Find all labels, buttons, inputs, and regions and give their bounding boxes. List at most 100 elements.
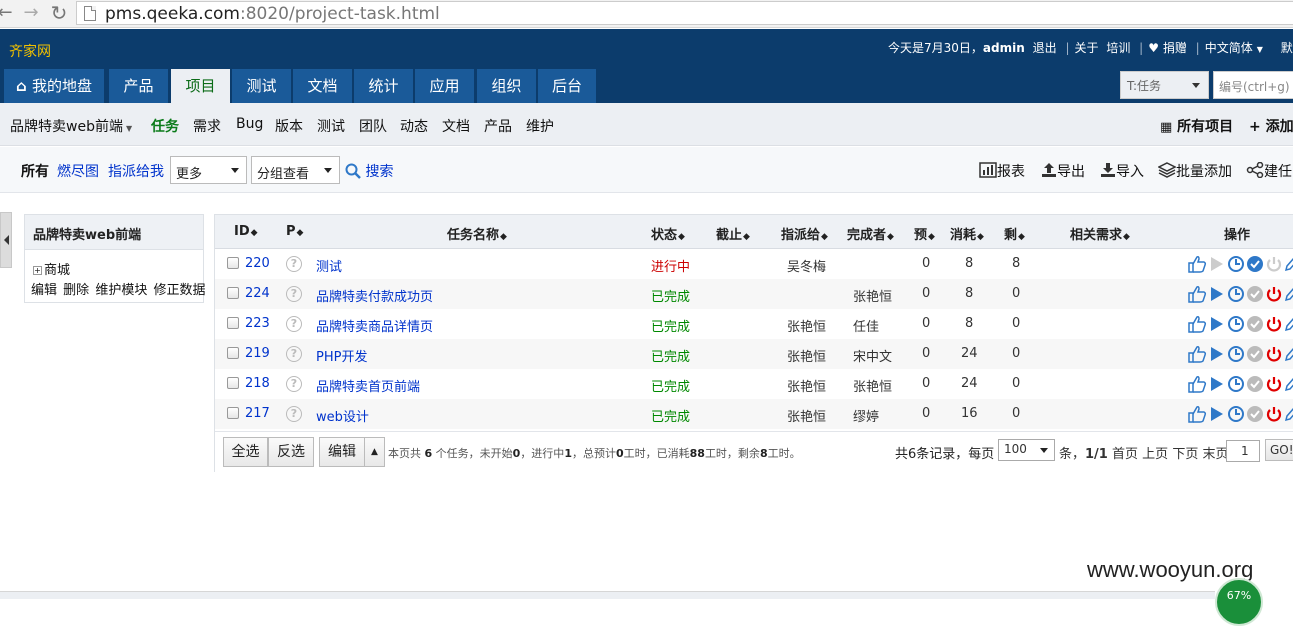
address-bar[interactable]: pms.qeeka.com:8020/project-task.html	[76, 1, 1293, 25]
col-id[interactable]: ID◆	[234, 224, 258, 239]
training-link[interactable]: 培训	[1106, 41, 1130, 55]
close-power-icon[interactable]	[1265, 375, 1283, 393]
finish-icon[interactable]	[1246, 315, 1264, 333]
site-name[interactable]: 齐家网	[9, 41, 51, 61]
table-row[interactable]: 219? PHP开发 已完成 张艳恒 宋中文 0 24 0	[215, 339, 1293, 369]
assigned-to-me-link[interactable]: 指派给我	[108, 161, 164, 181]
close-power-icon[interactable]	[1265, 285, 1283, 303]
batch-add-button[interactable]: 批量添加	[1157, 161, 1232, 181]
close-power-icon[interactable]	[1265, 345, 1283, 363]
task-id-link[interactable]: 223	[245, 316, 270, 331]
row-checkbox[interactable]	[227, 407, 239, 419]
finish-icon[interactable]	[1246, 255, 1264, 273]
close-power-icon[interactable]	[1265, 405, 1283, 423]
last-page-link[interactable]: 末页	[1202, 447, 1228, 462]
back-icon[interactable]: ←	[0, 2, 16, 24]
language-select[interactable]: 中文简体	[1205, 41, 1253, 55]
export-button[interactable]: 导出	[1041, 161, 1085, 181]
group-view-select[interactable]: 分组查看	[251, 156, 340, 184]
start-icon[interactable]	[1209, 315, 1225, 333]
project-nav-item[interactable]: 文档	[442, 116, 470, 136]
page-number-input[interactable]: 1	[1226, 440, 1260, 462]
task-name-link[interactable]: 品牌特卖商品详情页	[316, 316, 433, 335]
edit-pencil-icon[interactable]	[1284, 285, 1293, 303]
finish-icon[interactable]	[1246, 375, 1264, 393]
table-row[interactable]: 218? 品牌特卖首页前端 已完成 张艳恒 张艳恒 0 24 0	[215, 369, 1293, 399]
finish-icon[interactable]	[1246, 345, 1264, 363]
per-page-select[interactable]: 100	[998, 439, 1055, 461]
create-task-button[interactable]: 建任	[1246, 161, 1292, 181]
edit-pencil-icon[interactable]	[1284, 345, 1293, 363]
start-icon[interactable]	[1209, 285, 1225, 303]
task-id-link[interactable]: 220	[245, 256, 270, 271]
caret-up-icon[interactable]: ▲	[364, 437, 385, 467]
row-checkbox[interactable]	[227, 377, 239, 389]
invert-selection-button[interactable]: 反选	[268, 437, 314, 467]
task-name-link[interactable]: 品牌特卖首页前端	[316, 376, 420, 395]
edit-pencil-icon[interactable]	[1284, 315, 1293, 333]
assign-icon[interactable]	[1187, 255, 1207, 273]
task-name-link[interactable]: 测试	[316, 256, 342, 275]
close-power-icon[interactable]	[1265, 255, 1283, 273]
task-id-link[interactable]: 218	[245, 376, 270, 391]
close-power-icon[interactable]	[1265, 315, 1283, 333]
assign-icon[interactable]	[1187, 315, 1207, 333]
task-name-link[interactable]: web设计	[316, 406, 369, 425]
about-link[interactable]: 关于	[1074, 41, 1098, 55]
project-nav-item[interactable]: 版本	[275, 116, 303, 136]
filter-all[interactable]: 所有	[21, 161, 49, 181]
project-nav-item[interactable]: 动态	[400, 116, 428, 136]
assign-icon[interactable]	[1187, 285, 1207, 303]
main-nav-tab[interactable]: 组织	[477, 69, 536, 103]
start-icon[interactable]	[1209, 375, 1225, 393]
user-name[interactable]: admin	[983, 41, 1025, 55]
main-nav-tab[interactable]: 文档	[293, 69, 352, 103]
project-nav-item[interactable]: 需求	[193, 116, 221, 136]
reload-icon[interactable]: ↻	[48, 2, 70, 24]
col-finished-by[interactable]: 完成者◆	[847, 224, 894, 243]
start-icon[interactable]	[1209, 405, 1225, 423]
project-nav-item[interactable]: 产品	[484, 116, 512, 136]
burndown-link[interactable]: 燃尽图	[57, 161, 99, 181]
record-time-icon[interactable]	[1227, 315, 1245, 333]
main-nav-tab[interactable]: 后台	[538, 69, 596, 103]
finish-icon[interactable]	[1246, 405, 1264, 423]
task-name-link[interactable]: 品牌特卖付款成功页	[316, 286, 433, 305]
record-time-icon[interactable]	[1227, 345, 1245, 363]
prev-page-link[interactable]: 上页	[1142, 447, 1168, 462]
more-select[interactable]: 更多	[170, 156, 247, 184]
theme-select[interactable]: 默认	[1281, 41, 1293, 55]
main-nav-tab[interactable]: 项目	[171, 69, 230, 103]
table-row[interactable]: 220? 测试 进行中 吴冬梅 0 8 8	[215, 249, 1293, 279]
select-all-button[interactable]: 全选	[223, 437, 268, 467]
report-button[interactable]: 报表	[979, 161, 1025, 181]
project-nav-item[interactable]: 任务	[151, 116, 179, 136]
col-estimate[interactable]: 预◆	[914, 224, 935, 243]
next-page-link[interactable]: 下页	[1172, 447, 1198, 462]
edit-pencil-icon[interactable]	[1284, 375, 1293, 393]
task-name-link[interactable]: PHP开发	[316, 346, 367, 365]
project-nav-item[interactable]: 测试	[317, 116, 345, 136]
task-id-link[interactable]: 224	[245, 286, 270, 301]
quick-search-input[interactable]: 编号(ctrl+g)	[1213, 71, 1293, 99]
all-projects-link[interactable]: ▦ 所有项目	[1160, 116, 1233, 136]
col-name[interactable]: 任务名称◆	[447, 224, 507, 243]
main-nav-tab[interactable]: 产品	[109, 69, 168, 103]
edit-pencil-icon[interactable]	[1284, 405, 1293, 423]
main-nav-tab[interactable]: 统计	[354, 69, 413, 103]
col-pri[interactable]: P◆	[286, 224, 303, 239]
project-nav-item[interactable]: Bug	[236, 116, 263, 132]
table-row[interactable]: 217? web设计 已完成 张艳恒 缪婷 0 16 0	[215, 399, 1293, 429]
record-time-icon[interactable]	[1227, 285, 1245, 303]
row-checkbox[interactable]	[227, 347, 239, 359]
record-time-icon[interactable]	[1227, 375, 1245, 393]
col-story[interactable]: 相关需求◆	[1070, 224, 1130, 243]
task-id-link[interactable]: 219	[245, 346, 270, 361]
manage-modules-link[interactable]: 维护模块	[95, 283, 147, 298]
tree-item-mall[interactable]: + 商城	[33, 259, 70, 278]
expand-icon[interactable]: +	[33, 266, 42, 275]
table-row[interactable]: 224? 品牌特卖付款成功页 已完成 张艳恒 0 8 0	[215, 279, 1293, 309]
finish-icon[interactable]	[1246, 285, 1264, 303]
start-icon[interactable]	[1209, 345, 1225, 363]
main-nav-tab[interactable]: ⌂ 我的地盘	[4, 69, 104, 103]
